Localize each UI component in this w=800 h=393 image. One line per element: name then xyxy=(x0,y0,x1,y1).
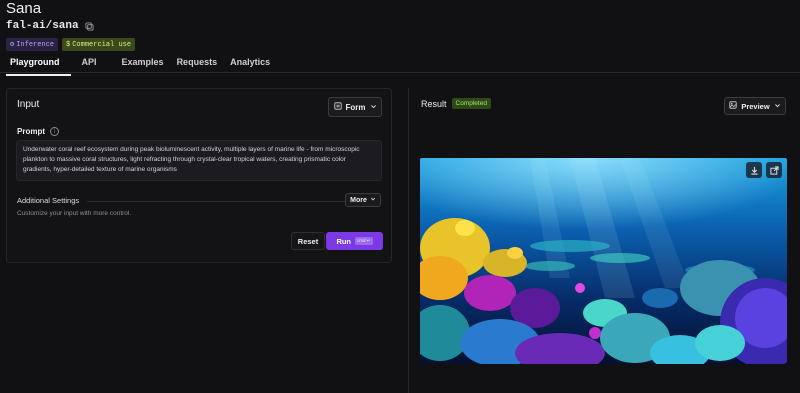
additional-settings-subtitle: Customize your input with more control. xyxy=(17,210,132,217)
inference-icon: ⚙ xyxy=(10,41,15,49)
copy-icon[interactable] xyxy=(85,21,94,31)
inference-badge: ⚙ Inference xyxy=(6,38,59,51)
result-header: Result Completed xyxy=(421,98,491,109)
additional-settings-title: Additional Settings xyxy=(17,196,80,205)
run-button[interactable]: Run cmd ↵ xyxy=(326,232,383,250)
input-title: Input xyxy=(17,99,40,110)
prompt-label: Prompt i xyxy=(17,127,59,136)
model-id-row: fal-ai/sana xyxy=(6,20,135,32)
open-external-icon[interactable] xyxy=(766,162,782,178)
tab-analytics[interactable]: Analytics xyxy=(228,55,281,76)
additional-settings-divider xyxy=(87,201,345,202)
result-image[interactable] xyxy=(420,158,787,364)
chevron-down-icon xyxy=(370,103,377,112)
chevron-down-icon xyxy=(370,196,376,204)
form-icon xyxy=(333,102,342,112)
tab-examples[interactable]: Examples xyxy=(108,55,175,76)
page-title: Sana xyxy=(6,0,42,17)
badges: ⚙ Inference $ Commercial use xyxy=(6,38,136,51)
download-icon[interactable] xyxy=(746,162,762,178)
status-badge: Completed xyxy=(451,98,491,109)
result-title: Result xyxy=(421,98,447,109)
coral-reef-image xyxy=(420,158,787,364)
page-header: Sana fal-ai/sana ⚙ Inference $ Commercia… xyxy=(6,0,136,51)
run-shortcut: cmd ↵ xyxy=(355,237,373,245)
info-icon[interactable]: i xyxy=(50,127,59,136)
image-icon xyxy=(729,101,737,111)
input-panel: Input Form Prompt i Underwater coral ree… xyxy=(6,88,392,263)
tab-bar: Playground API Examples Requests Analyti… xyxy=(6,55,281,76)
more-button[interactable]: More xyxy=(345,193,381,207)
prompt-textarea[interactable]: Underwater coral reef ecosystem during p… xyxy=(16,140,382,181)
reset-button[interactable]: Reset xyxy=(291,232,325,250)
chevron-down-icon xyxy=(774,102,781,111)
preview-toggle-button[interactable]: Preview xyxy=(724,97,786,115)
model-id: fal-ai/sana xyxy=(6,20,79,32)
commercial-use-badge: $ Commercial use xyxy=(62,38,136,51)
dollar-icon: $ xyxy=(66,40,71,49)
tab-api[interactable]: API xyxy=(71,55,108,76)
tab-playground[interactable]: Playground xyxy=(6,55,71,76)
form-toggle-button[interactable]: Form xyxy=(328,97,382,117)
panel-divider xyxy=(408,88,409,393)
tab-requests[interactable]: Requests xyxy=(175,55,229,76)
